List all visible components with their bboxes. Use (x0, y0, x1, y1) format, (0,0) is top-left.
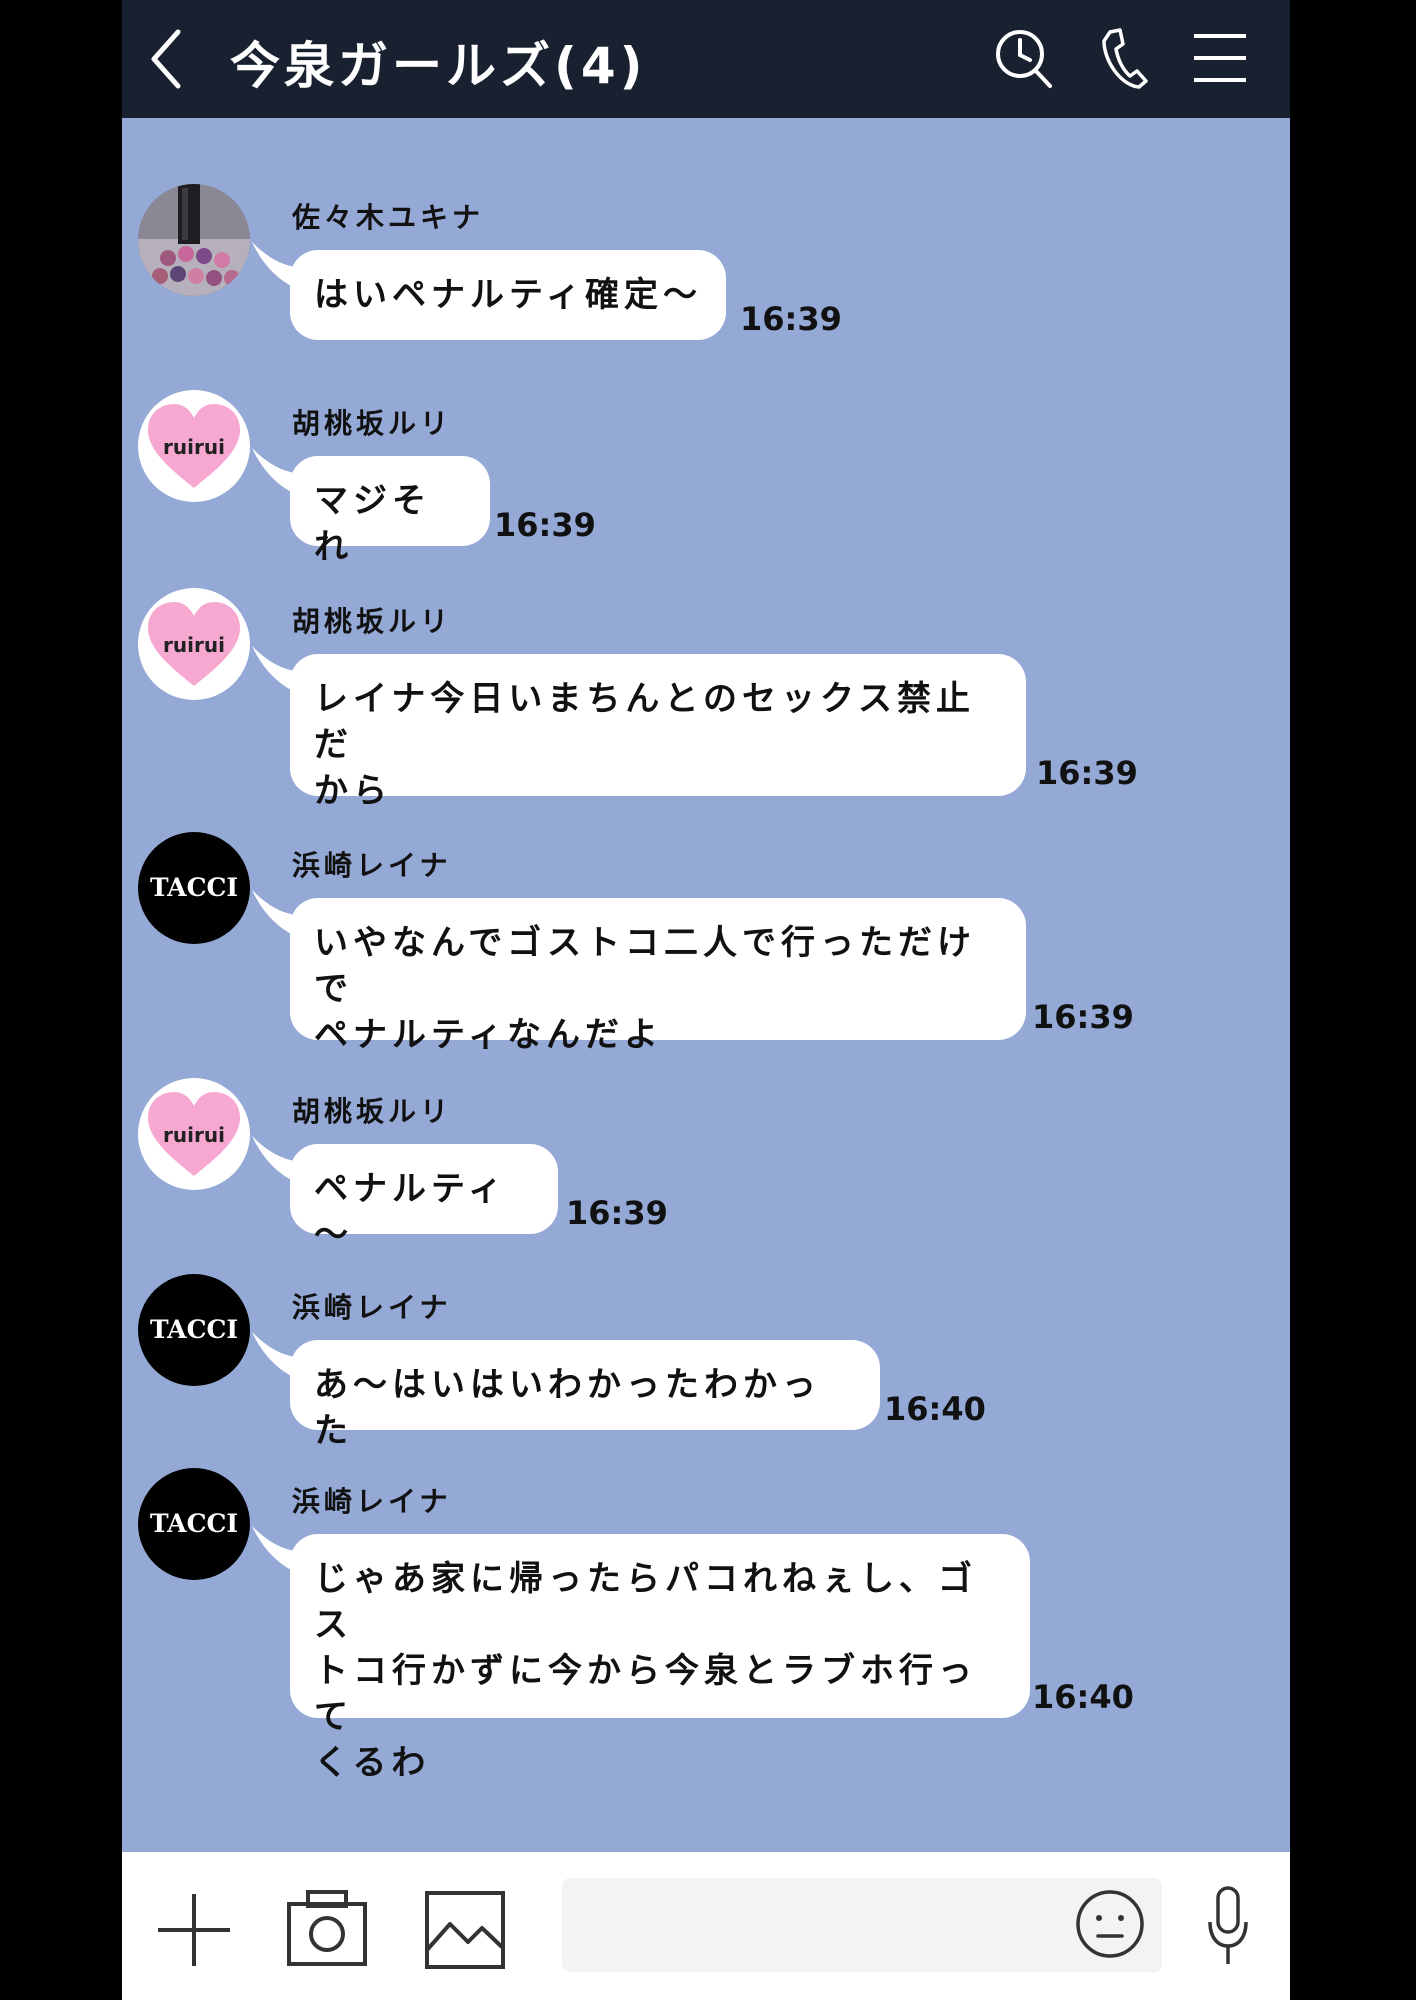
message-time: 16:39 (566, 1194, 668, 1232)
message-bubble[interactable]: じゃあ家に帰ったらパコれねぇし、ゴス トコ行かずに今から今泉とラブホ行って くる… (290, 1534, 1030, 1783)
sender-name: 胡桃坂ルリ (292, 605, 453, 638)
microphone-icon[interactable] (1206, 1886, 1250, 1968)
message-list: 佐々木ユキナ はいペナルティ確定～ 16:39 ruirui 胡桃坂ルリ マジそ… (122, 118, 1290, 1852)
message-text-line: じゃあ家に帰ったらパコれねぇし、ゴス (314, 1559, 977, 1645)
tacci-logo: TACCI (149, 873, 239, 902)
makeup-photo-icon (138, 184, 250, 296)
sender-name: 胡桃坂ルリ (292, 407, 453, 440)
svg-text:ruirui: ruirui (163, 1123, 225, 1147)
svg-text:ruirui: ruirui (163, 435, 225, 459)
sender-name: 浜崎レイナ (292, 1485, 452, 1518)
message-text: ペナルティ～ (314, 1169, 507, 1255)
chat-header: 今泉ガールズ(4) (122, 0, 1290, 118)
heart-icon: ruirui (148, 1092, 240, 1176)
sender-name: 浜崎レイナ (292, 1291, 452, 1324)
message-time: 16:39 (494, 506, 596, 544)
camera-icon[interactable] (286, 1888, 368, 1970)
chat-screen: 今泉ガールズ(4) 佐々木ユキナ はいペナルティ確定～ 16:39 ruirui… (122, 0, 1290, 2000)
message-text-line: いやなんでゴストコ二人で行っただけで (314, 923, 976, 1009)
image-icon[interactable] (424, 1890, 506, 1970)
avatar[interactable]: ruirui (138, 1078, 250, 1190)
input-bar (122, 1852, 1290, 2000)
heart-icon: ruirui (148, 602, 240, 686)
tacci-logo: TACCI (149, 1315, 239, 1344)
message-bubble[interactable]: あ～はいはいわかったわかった (290, 1340, 880, 1451)
message-text: あ～はいはいわかったわかった (314, 1365, 821, 1451)
message-time: 16:40 (884, 1390, 986, 1428)
emoji-icon[interactable] (1074, 1888, 1146, 1960)
heart-icon: ruirui (148, 404, 240, 488)
sender-name: 胡桃坂ルリ (292, 1095, 453, 1128)
svg-text:ruirui: ruirui (163, 633, 225, 657)
message-bubble[interactable]: いやなんでゴストコ二人で行っただけで ペナルティなんだよ (290, 898, 1026, 1055)
message-bubble[interactable]: はいペナルティ確定～ (290, 250, 726, 340)
avatar[interactable] (138, 184, 250, 296)
message-text: マジそれ (314, 481, 431, 567)
message-bubble[interactable]: ペナルティ～ (290, 1144, 558, 1255)
message-text-line: レイナ今日いまちんとのセックス禁止だ (314, 679, 975, 765)
clock-search-icon[interactable] (992, 24, 1056, 92)
chat-title: 今泉ガールズ(4) (230, 37, 647, 95)
avatar[interactable]: ruirui (138, 390, 250, 502)
back-icon[interactable] (142, 24, 192, 94)
message-text-line: から (314, 771, 392, 811)
tacci-logo: TACCI (149, 1509, 239, 1538)
message-input[interactable] (562, 1878, 1162, 1972)
sender-name: 佐々木ユキナ (292, 201, 485, 234)
avatar[interactable]: TACCI (138, 1468, 250, 1580)
message-text: はいペナルティ確定～ (314, 275, 702, 315)
avatar[interactable]: TACCI (138, 832, 250, 944)
message-bubble[interactable]: マジそれ (290, 456, 490, 567)
message-time: 16:39 (1032, 998, 1134, 1036)
message-time: 16:39 (740, 300, 842, 338)
plus-icon[interactable] (154, 1890, 234, 1970)
menu-icon[interactable] (1188, 24, 1252, 92)
message-bubble[interactable]: レイナ今日いまちんとのセックス禁止だ から (290, 654, 1026, 811)
message-text-line: ペナルティなんだよ (314, 1015, 663, 1055)
message-time: 16:40 (1032, 1678, 1134, 1716)
avatar[interactable]: TACCI (138, 1274, 250, 1386)
sender-name: 浜崎レイナ (292, 849, 452, 882)
message-text-line: トコ行かずに今から今泉とラブホ行って (314, 1651, 977, 1737)
message-time: 16:39 (1036, 754, 1138, 792)
phone-icon[interactable] (1092, 24, 1156, 92)
avatar[interactable]: ruirui (138, 588, 250, 700)
message-text-line: くるわ (314, 1743, 431, 1783)
